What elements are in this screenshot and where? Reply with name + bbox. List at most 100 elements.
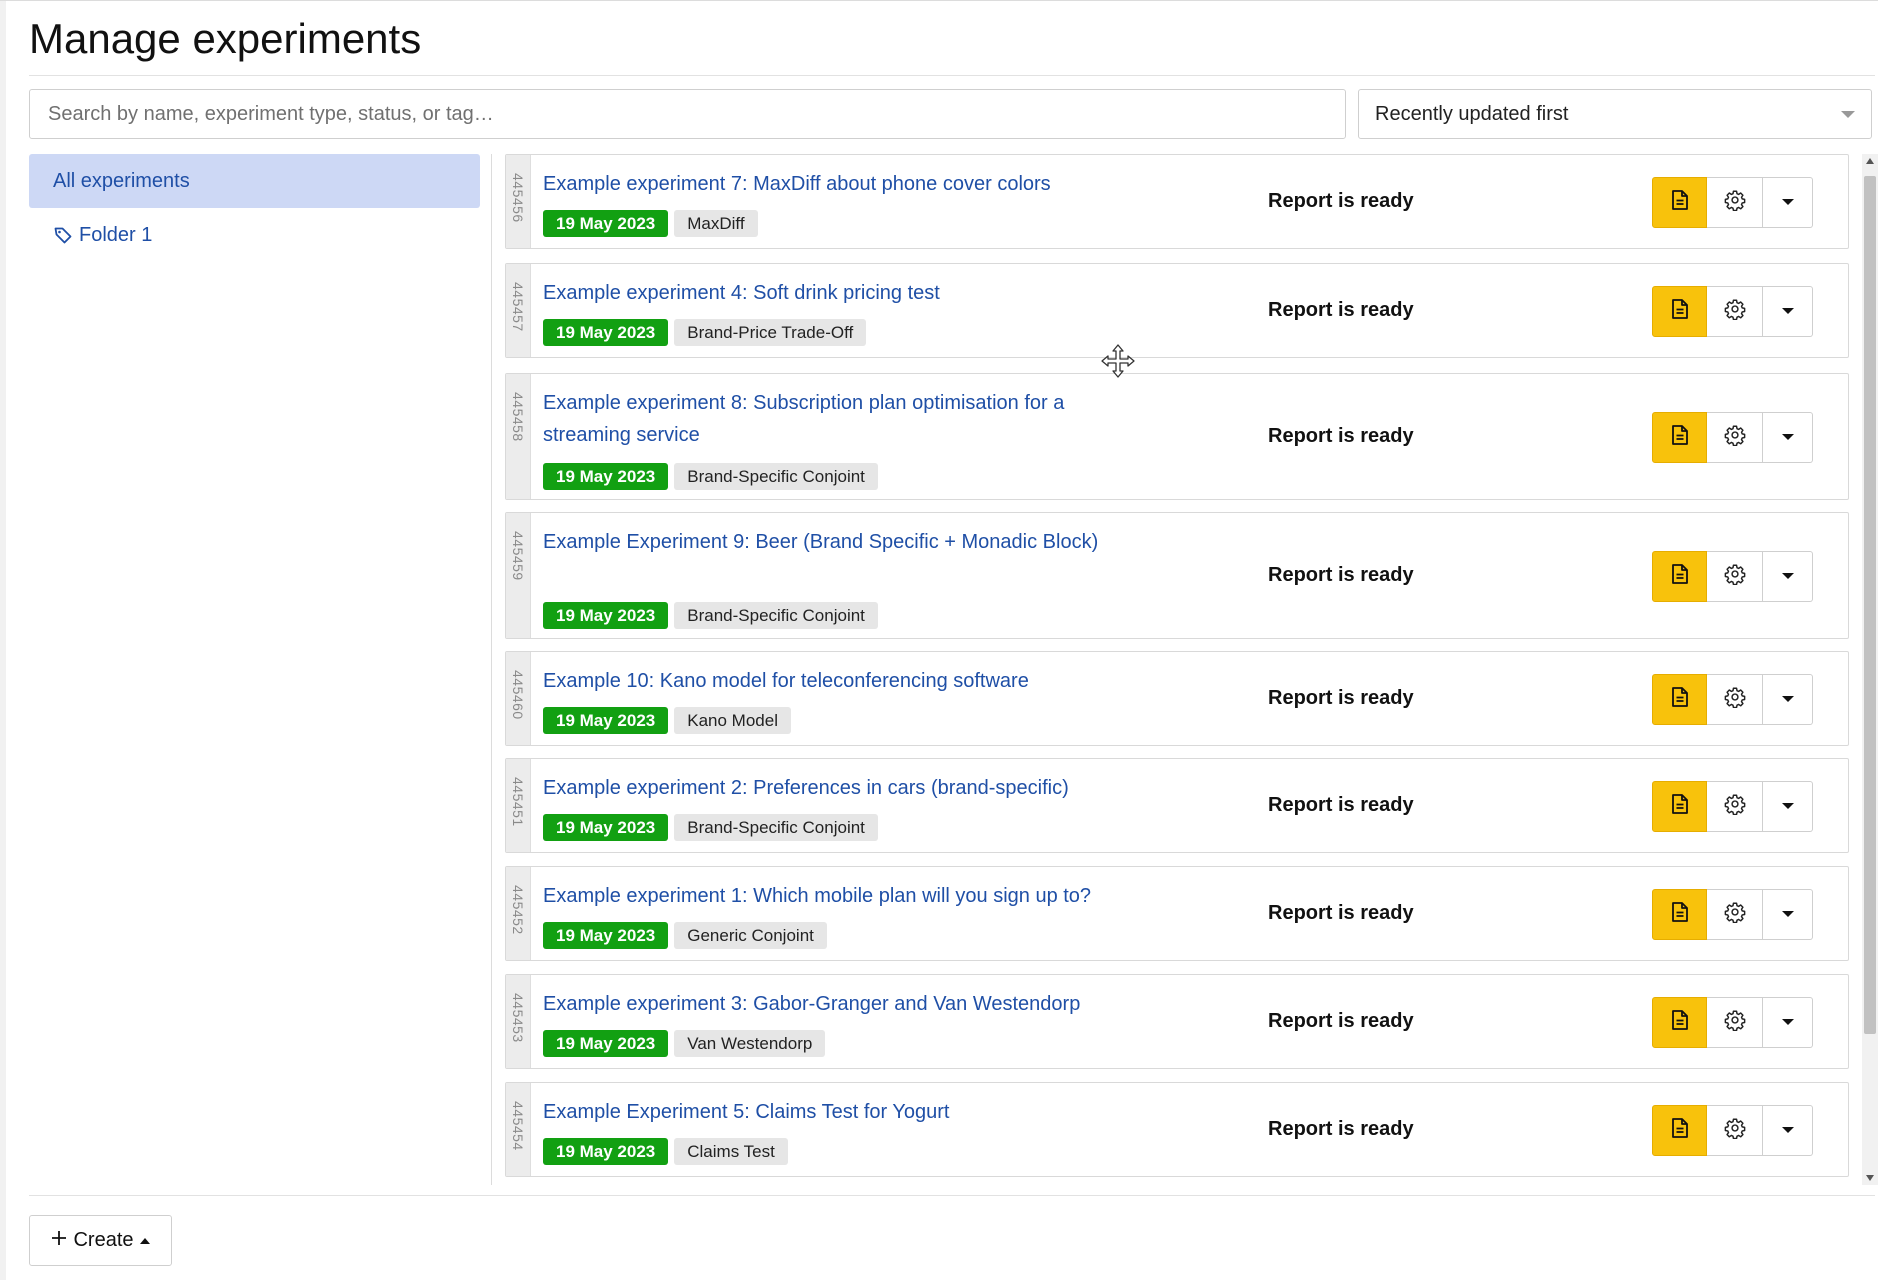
view-report-button[interactable] — [1652, 780, 1707, 832]
scrollbar-thumb[interactable] — [1864, 176, 1876, 1034]
status-text: Report is ready — [1268, 189, 1414, 212]
settings-button[interactable] — [1707, 176, 1763, 228]
status-text: Report is ready — [1268, 686, 1414, 709]
more-actions-button[interactable] — [1763, 780, 1813, 832]
list-scrollbar[interactable] — [1862, 154, 1878, 1185]
experiment-title-link[interactable]: Example experiment 2: Preferences in car… — [543, 772, 1118, 804]
experiment-actions — [1652, 411, 1813, 463]
document-icon — [1670, 298, 1690, 325]
experiment-actions — [1652, 550, 1813, 602]
experiment-title-link[interactable]: Example Experiment 9: Beer (Brand Specif… — [543, 526, 1118, 558]
experiment-card: 445454 Example Experiment 5: Claims Test … — [505, 1082, 1849, 1177]
experiment-id-strip: 445460 — [506, 652, 531, 745]
tag-icon — [53, 225, 73, 245]
experiment-type-badge: MaxDiff — [674, 210, 758, 237]
scroll-up-icon[interactable] — [1866, 158, 1874, 164]
more-actions-button[interactable] — [1763, 411, 1813, 463]
experiment-type-badge: Brand-Specific Conjoint — [674, 602, 878, 629]
chevron-down-icon — [1841, 110, 1855, 118]
document-icon — [1670, 686, 1690, 713]
gear-icon — [1724, 686, 1746, 713]
caret-down-icon — [1781, 803, 1794, 809]
page-title: Manage experiments — [29, 15, 422, 62]
settings-button[interactable] — [1707, 888, 1763, 940]
settings-button[interactable] — [1707, 780, 1763, 832]
settings-button[interactable] — [1707, 1104, 1763, 1156]
experiment-title-link[interactable]: Example experiment 8: Subscription plan … — [543, 387, 1118, 451]
status-text: Report is ready — [1268, 793, 1414, 816]
footer-divider — [29, 1195, 1875, 1196]
sort-select[interactable]: Recently updated first — [1358, 89, 1872, 139]
date-badge: 19 May 2023 — [543, 922, 669, 949]
search-input[interactable] — [29, 89, 1346, 139]
experiment-title-link[interactable]: Example experiment 1: Which mobile plan … — [543, 880, 1118, 912]
view-report-button[interactable] — [1652, 411, 1707, 463]
more-actions-button[interactable] — [1763, 176, 1813, 228]
experiment-card: 445459 Example Experiment 9: Beer (Brand … — [505, 512, 1849, 639]
more-actions-button[interactable] — [1763, 285, 1813, 337]
plus-icon — [51, 1229, 67, 1252]
status-text: Report is ready — [1268, 563, 1414, 586]
experiment-type-badge: Van Westendorp — [674, 1030, 826, 1057]
experiment-tags: 19 May 2023 Van Westendorp — [543, 1030, 826, 1057]
create-button[interactable]: Create — [29, 1215, 172, 1266]
sidebar-item-label: All experiments — [53, 169, 190, 192]
experiment-id-strip: 445452 — [506, 867, 531, 960]
experiment-id: 445457 — [510, 282, 526, 332]
experiment-id: 445453 — [510, 993, 526, 1043]
sidebar-divider — [491, 154, 492, 1185]
view-report-button[interactable] — [1652, 996, 1707, 1048]
view-report-button[interactable] — [1652, 176, 1707, 228]
date-badge: 19 May 2023 — [543, 814, 669, 841]
caret-down-icon — [1781, 1127, 1794, 1133]
gear-icon — [1724, 1117, 1746, 1144]
experiment-title-link[interactable]: Example 10: Kano model for teleconferenc… — [543, 665, 1118, 697]
document-icon — [1670, 563, 1690, 590]
scroll-down-icon[interactable] — [1866, 1175, 1874, 1181]
gear-icon — [1724, 901, 1746, 928]
status-text: Report is ready — [1268, 424, 1414, 447]
document-icon — [1670, 1009, 1690, 1036]
gear-icon — [1724, 189, 1746, 216]
settings-button[interactable] — [1707, 285, 1763, 337]
more-actions-button[interactable] — [1763, 673, 1813, 725]
experiment-id: 445460 — [510, 670, 526, 720]
gear-icon — [1724, 793, 1746, 820]
view-report-button[interactable] — [1652, 673, 1707, 725]
view-report-button[interactable] — [1652, 888, 1707, 940]
settings-button[interactable] — [1707, 550, 1763, 602]
experiment-id: 445452 — [510, 885, 526, 935]
experiment-type-badge: Generic Conjoint — [674, 922, 827, 949]
more-actions-button[interactable] — [1763, 888, 1813, 940]
view-report-button[interactable] — [1652, 550, 1707, 602]
experiment-title-link[interactable]: Example experiment 3: Gabor-Granger and … — [543, 988, 1118, 1020]
sidebar-item-folder-1[interactable]: Folder 1 — [29, 208, 480, 262]
move-cursor-icon — [1101, 344, 1135, 378]
create-button-label: Create — [73, 1229, 134, 1251]
settings-button[interactable] — [1707, 996, 1763, 1048]
experiment-title-link[interactable]: Example experiment 4: Soft drink pricing… — [543, 277, 1118, 309]
document-icon — [1670, 424, 1690, 451]
experiment-actions — [1652, 780, 1813, 832]
view-report-button[interactable] — [1652, 285, 1707, 337]
experiment-tags: 19 May 2023 Claims Test — [543, 1138, 788, 1165]
experiment-id: 445451 — [510, 777, 526, 827]
experiment-actions — [1652, 1104, 1813, 1156]
more-actions-button[interactable] — [1763, 996, 1813, 1048]
settings-button[interactable] — [1707, 411, 1763, 463]
settings-button[interactable] — [1707, 673, 1763, 725]
gear-icon — [1724, 563, 1746, 590]
more-actions-button[interactable] — [1763, 1104, 1813, 1156]
experiment-title-link[interactable]: Example experiment 7: MaxDiff about phon… — [543, 168, 1118, 200]
date-badge: 19 May 2023 — [543, 319, 669, 346]
more-actions-button[interactable] — [1763, 550, 1813, 602]
caret-down-icon — [1781, 434, 1794, 440]
document-icon — [1670, 901, 1690, 928]
experiment-card: 445453 Example experiment 3: Gabor-Grange… — [505, 974, 1849, 1069]
caret-down-icon — [1781, 308, 1794, 314]
status-text: Report is ready — [1268, 298, 1414, 321]
sidebar-item-all-experiments[interactable]: All experiments — [29, 154, 480, 208]
experiment-title-link[interactable]: Example Experiment 5: Claims Test for Yo… — [543, 1096, 1118, 1128]
document-icon — [1670, 793, 1690, 820]
view-report-button[interactable] — [1652, 1104, 1707, 1156]
